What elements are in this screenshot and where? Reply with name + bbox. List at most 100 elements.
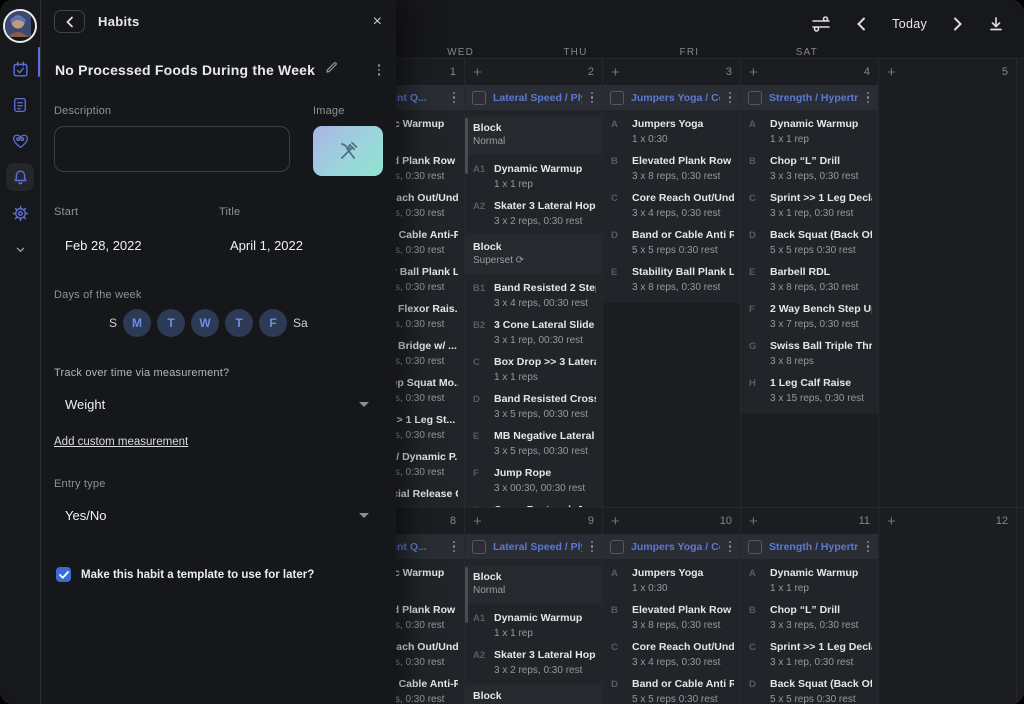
exercise-detail: 3 x 1 rep, 0:30 rest	[770, 206, 872, 221]
workout-title-link[interactable]: Jumpers Yoga / Core	[631, 92, 720, 104]
exercise-entry[interactable]: DBand Resisted Crossover...3 x 5 reps, 0…	[465, 385, 602, 422]
exercise-entry[interactable]: AJumpers Yoga1 x 0:30	[603, 110, 740, 147]
user-avatar[interactable]	[3, 9, 37, 43]
workout-card-header[interactable]: Lateral Speed / Plyo	[465, 534, 602, 559]
today-button[interactable]: Today	[892, 17, 927, 31]
download-icon[interactable]	[988, 16, 1004, 32]
exercise-detail: 3 x 8 reps, 0:30 rest	[770, 280, 872, 295]
entry-type-select[interactable]: Yes/No	[54, 508, 383, 523]
prev-week-button[interactable]	[857, 17, 866, 31]
exercise-entry[interactable]: A1Dynamic Warmup1 x 1 rep	[465, 155, 602, 192]
bell-icon[interactable]	[6, 163, 34, 191]
more-options-icon[interactable]	[589, 90, 596, 106]
workout-checkbox[interactable]	[610, 91, 624, 105]
add-workout-button[interactable]: +	[473, 65, 482, 80]
close-icon[interactable]: ×	[373, 14, 382, 30]
workout-checkbox[interactable]	[610, 540, 624, 554]
workout-checkbox[interactable]	[748, 540, 762, 554]
exercise-entry[interactable]: CSprint >> 1 Leg Declarations3 x 1 rep, …	[741, 184, 878, 221]
exercise-entry[interactable]: DBand or Cable Anti Rotati...5 x 5 reps …	[603, 670, 740, 704]
more-options-icon[interactable]	[727, 90, 734, 106]
workout-title-link[interactable]: Lateral Speed / Plyo	[493, 541, 582, 553]
exercise-entry[interactable]: A2Skater 3 Lateral Hops >> ...3 x 2 reps…	[465, 192, 602, 229]
start-date-field[interactable]: Feb 28, 2022	[54, 238, 219, 253]
add-workout-button[interactable]: +	[473, 514, 482, 529]
exercise-entry[interactable]: A2Skater 3 Lateral Hops >> ...3 x 2 reps…	[465, 641, 602, 678]
exercise-entry[interactable]: GCross Footwork Jump Rope3 x 00:30, 00:3…	[465, 496, 602, 507]
exercise-entry[interactable]: BElevated Plank Row3 x 8 reps, 0:30 rest	[603, 147, 740, 184]
workout-title-link[interactable]: Lateral Speed / Plyo	[493, 92, 582, 104]
next-week-button[interactable]	[953, 17, 962, 31]
workout-checkbox[interactable]	[748, 91, 762, 105]
day-toggle-sa[interactable]: Sa	[293, 316, 308, 330]
more-options-icon[interactable]	[451, 539, 458, 555]
exercise-entry[interactable]: BElevated Plank Row3 x 8 reps, 0:30 rest	[603, 596, 740, 633]
exercise-entry[interactable]: H1 Leg Calf Raise3 x 15 reps, 0:30 rest	[741, 369, 878, 406]
workout-card-header[interactable]: Lateral Speed / Plyo	[465, 85, 602, 110]
day-toggle-f[interactable]: F	[259, 309, 287, 337]
exercise-entry[interactable]: CBox Drop >> 3 Lateral H...1 x 1 reps	[465, 348, 602, 385]
exercise-entry[interactable]: A1Dynamic Warmup1 x 1 rep	[465, 604, 602, 641]
exercise-entry[interactable]: FJump Rope3 x 00:30, 00:30 rest	[465, 459, 602, 496]
exercise-entry[interactable]: BChop “L” Drill3 x 3 reps, 0:30 rest	[741, 147, 878, 184]
exercise-entry[interactable]: GSwiss Ball Triple Threat3 x 8 reps	[741, 332, 878, 369]
exercise-entry[interactable]: ADynamic Warmup1 x 1 rep	[741, 110, 878, 147]
day-toggle-m[interactable]: M	[123, 309, 151, 337]
exercise-entry[interactable]: F2 Way Bench Step Up3 x 7 reps, 0:30 res…	[741, 295, 878, 332]
more-options-icon[interactable]	[727, 539, 734, 555]
exercise-entry[interactable]: CCore Reach Out/Under3 x 4 reps, 0:30 re…	[603, 184, 740, 221]
workout-card-header[interactable]: Jumpers Yoga / Core	[603, 534, 740, 559]
add-workout-button[interactable]: +	[611, 514, 620, 529]
workout-title-link[interactable]: Jumpers Yoga / Core	[631, 541, 720, 553]
add-workout-button[interactable]: +	[611, 65, 620, 80]
exercise-entry[interactable]: DBand or Cable Anti Rotati...5 x 5 reps …	[603, 221, 740, 258]
day-toggle-s[interactable]: S	[109, 316, 117, 330]
workout-title-link[interactable]: Strength / Hypertro...	[769, 92, 858, 104]
workout-checkbox[interactable]	[472, 91, 486, 105]
back-button[interactable]	[54, 10, 85, 33]
exercise-entry[interactable]: EBarbell RDL3 x 8 reps, 0:30 rest	[741, 258, 878, 295]
habit-image[interactable]	[313, 126, 383, 176]
filter-sliders-icon[interactable]	[811, 16, 831, 32]
workout-card-header[interactable]: Jumpers Yoga / Core	[603, 85, 740, 110]
exercise-entry[interactable]: DBack Squat (Back Off Set)5 x 5 reps 0:3…	[741, 670, 878, 704]
template-checkbox[interactable]	[56, 567, 71, 582]
workout-card-header[interactable]: Strength / Hypertro...	[741, 85, 878, 110]
edit-pencil-icon[interactable]	[325, 61, 338, 79]
day-toggle-t[interactable]: T	[157, 309, 185, 337]
exercise-entry[interactable]: BChop “L” Drill3 x 3 reps, 0:30 rest	[741, 596, 878, 633]
add-workout-button[interactable]: +	[887, 514, 896, 529]
exercise-entry[interactable]: EStability Ball Plank Linear ...3 x 8 re…	[603, 258, 740, 295]
description-input[interactable]	[54, 126, 290, 172]
exercise-entry[interactable]: CCore Reach Out/Under3 x 4 reps, 0:30 re…	[603, 633, 740, 670]
exercise-entry[interactable]: ADynamic Warmup1 x 1 rep	[741, 559, 878, 596]
exercise-entry[interactable]: AJumpers Yoga1 x 0:30	[603, 559, 740, 596]
gear-icon[interactable]	[6, 199, 34, 227]
exercise-entry[interactable]: CSprint >> 1 Leg Declarations3 x 1 rep, …	[741, 633, 878, 670]
workout-checkbox[interactable]	[472, 540, 486, 554]
heart-icon[interactable]	[6, 127, 34, 155]
day-toggle-t[interactable]: T	[225, 309, 253, 337]
exercise-entry[interactable]: DBack Squat (Back Off Set)5 x 5 reps 0:3…	[741, 221, 878, 258]
day-toggle-w[interactable]: W	[191, 309, 219, 337]
workout-title-link[interactable]: Strength / Hypertro...	[769, 541, 858, 553]
habit-more-options-icon[interactable]	[376, 62, 383, 78]
more-options-icon[interactable]	[865, 90, 872, 106]
exercise-entry[interactable]: B23 Cone Lateral Slide3 x 1 rep, 00:30 r…	[465, 311, 602, 348]
add-custom-measurement-link[interactable]: Add custom measurement	[54, 436, 188, 448]
chevron-down-icon[interactable]	[6, 235, 34, 263]
add-workout-button[interactable]: +	[887, 65, 896, 80]
days-of-week-label: Days of the week	[54, 289, 383, 301]
add-workout-button[interactable]: +	[749, 514, 758, 529]
measurement-select[interactable]: Weight	[54, 397, 383, 412]
workout-card-header[interactable]: Strength / Hypertro...	[741, 534, 878, 559]
calendar-check-icon[interactable]	[6, 55, 34, 83]
end-date-field[interactable]: April 1, 2022	[219, 238, 303, 253]
exercise-entry[interactable]: B1Band Resisted 2 Step Late...3 x 4 reps…	[465, 274, 602, 311]
more-options-icon[interactable]	[865, 539, 872, 555]
add-workout-button[interactable]: +	[749, 65, 758, 80]
more-options-icon[interactable]	[451, 90, 458, 106]
document-icon[interactable]	[6, 91, 34, 119]
exercise-entry[interactable]: EMB Negative Lateral Hop...3 x 5 reps, 0…	[465, 422, 602, 459]
more-options-icon[interactable]	[589, 539, 596, 555]
